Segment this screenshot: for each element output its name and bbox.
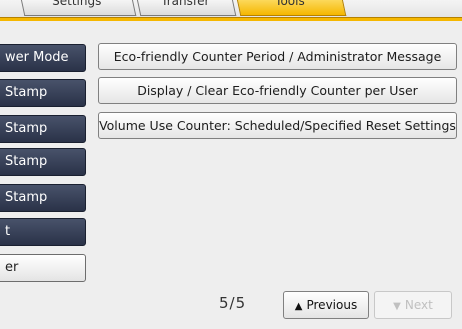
left-menu-button-stamp-2[interactable]: Stamp: [0, 115, 86, 143]
left-menu-button-er[interactable]: er: [0, 254, 86, 282]
previous-button-label: Previous: [306, 298, 358, 312]
previous-button[interactable]: ▲ Previous: [283, 291, 369, 319]
left-menu-button-stamp-1[interactable]: Stamp: [0, 79, 86, 107]
tab-settings[interactable]: Settings: [19, 0, 137, 16]
left-menu-button-stamp-4[interactable]: Stamp: [0, 184, 86, 212]
page-indicator: 5/5: [219, 294, 247, 312]
eco-counter-period-admin-message-button[interactable]: Eco-friendly Counter Period / Administra…: [98, 43, 457, 70]
triangle-up-icon: ▲: [294, 301, 303, 312]
left-menu-button-t[interactable]: t: [0, 218, 86, 246]
volume-use-counter-reset-button[interactable]: Volume Use Counter: Scheduled/Specified …: [98, 112, 457, 139]
triangle-down-icon: ▼: [393, 301, 401, 312]
tab-tools-label: Tools: [275, 0, 305, 8]
left-menu-button-stamp-3[interactable]: Stamp: [0, 148, 86, 176]
display-clear-eco-counter-button[interactable]: Display / Clear Eco-friendly Counter per…: [98, 77, 457, 104]
tab-tools[interactable]: Tools: [235, 0, 347, 16]
tools-content-panel: wer Mode Stamp Stamp Stamp Stamp t er Ec…: [0, 21, 462, 329]
next-button-label: Next: [404, 298, 433, 312]
tab-transfer[interactable]: Transfer: [135, 0, 237, 16]
tab-settings-label: Settings: [52, 0, 102, 8]
tab-transfer-label: Transfer: [161, 0, 210, 8]
left-menu-button-power-mode[interactable]: wer Mode: [0, 44, 86, 72]
next-button[interactable]: ▼ Next: [374, 291, 452, 319]
